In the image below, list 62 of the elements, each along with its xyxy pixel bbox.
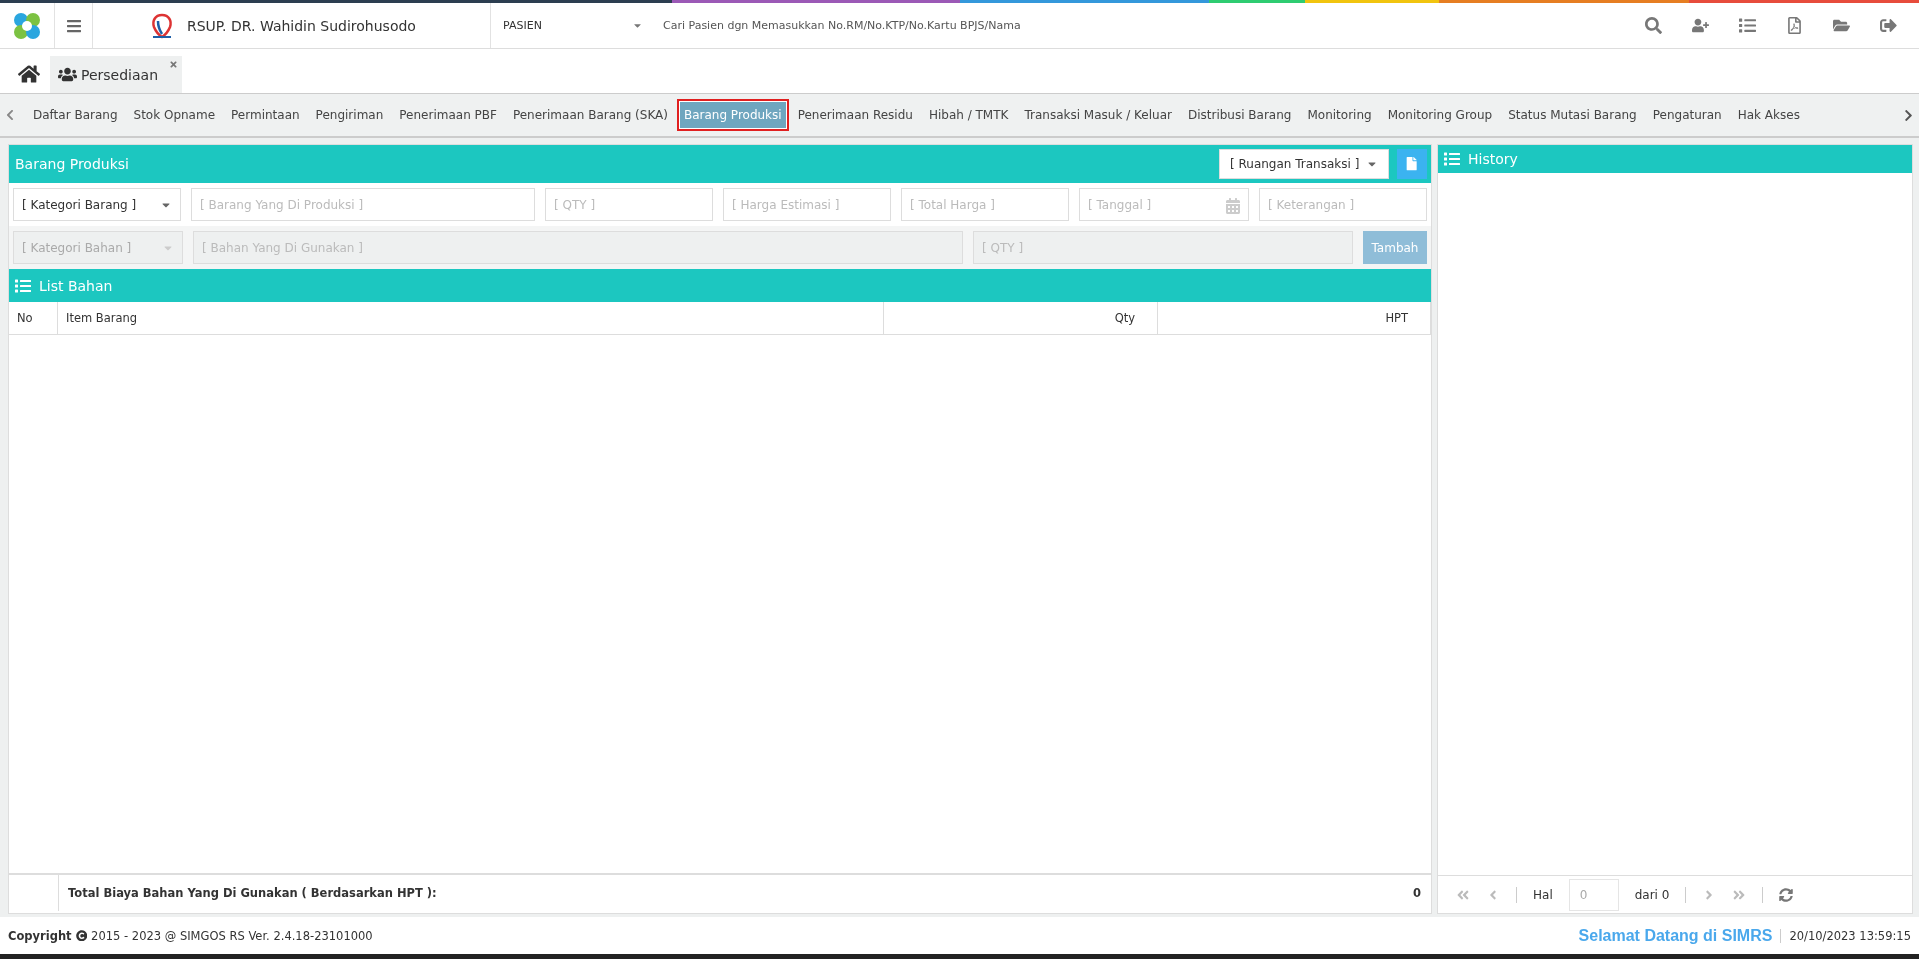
folder-icon[interactable] [1833, 17, 1850, 34]
list-title: List Bahan [39, 277, 113, 294]
menu-tab[interactable]: Penerimaan Residu [790, 99, 920, 131]
list-icon [1444, 151, 1460, 167]
menu-tab[interactable]: Transaksi Masuk / Keluar [1017, 99, 1179, 131]
menu-tab[interactable]: Monitoring [1300, 99, 1379, 131]
hospital-name: RSUP. DR. Wahidin Sudirohusodo [187, 17, 416, 34]
user-plus-icon[interactable] [1692, 17, 1709, 34]
close-icon[interactable] [169, 60, 179, 69]
copyright-label: Copyright [8, 928, 72, 943]
menu-tab[interactable]: Hak Akses [1730, 99, 1807, 131]
menu-tab[interactable]: Daftar Barang [26, 99, 125, 131]
input-field[interactable]: [ Barang Yang Di Produksi ] [191, 188, 535, 221]
menu-tab[interactable]: Hibah / TMTK [921, 99, 1016, 131]
tab-label: Persediaan [81, 66, 159, 83]
input-field[interactable]: [ Harga Estimasi ] [723, 188, 891, 221]
page-label: Hal [1533, 887, 1553, 902]
hospital-logo-icon [149, 12, 175, 39]
refresh-icon[interactable] [1779, 887, 1794, 902]
list-icon[interactable] [1739, 17, 1756, 34]
menu-tab[interactable]: Penerimaan PBF [392, 99, 504, 131]
scroll-right-icon[interactable] [1902, 108, 1915, 122]
date-field[interactable]: [ Tanggal ] [1079, 188, 1249, 221]
column-header: HPT [1158, 302, 1431, 334]
document-button[interactable] [1397, 149, 1427, 179]
copyright-text: 2015 - 2023 @ SIMGOS RS Ver. 2.4.18-23101000 [91, 928, 373, 943]
menu-tab[interactable]: Monitoring Group [1380, 99, 1500, 131]
search-icon[interactable] [1645, 17, 1662, 34]
category-select[interactable]: [ Kategori Barang ] [13, 188, 181, 221]
input-field[interactable]: [ Keterangan ] [1259, 188, 1427, 221]
menu-tab[interactable]: Distribusi Barang [1180, 99, 1299, 131]
list-icon [15, 277, 31, 294]
column-header: No [9, 302, 58, 334]
column-header: Qty [884, 302, 1158, 334]
page-count: dari 0 [1634, 887, 1670, 902]
document-icon [1405, 157, 1419, 171]
pdf-file-icon[interactable] [1786, 17, 1803, 34]
menu-tab[interactable]: Pengaturan [1645, 99, 1729, 131]
panel-title: Barang Produksi [15, 156, 129, 172]
input-field[interactable]: [ QTY ] [545, 188, 713, 221]
logout-icon[interactable] [1880, 17, 1897, 34]
copyright-icon [75, 929, 88, 942]
welcome-text: Selamat Datang di SIMRS [1578, 926, 1773, 945]
home-icon[interactable] [18, 63, 40, 85]
input-field[interactable]: [ Total Harga ] [901, 188, 1069, 221]
scroll-left-icon[interactable] [4, 109, 16, 121]
menu-tab[interactable]: Permintaan [224, 99, 307, 131]
room-select[interactable]: [ Ruangan Transaksi ] [1219, 149, 1389, 179]
history-title: History [1468, 151, 1518, 167]
menu-tab[interactable]: Stok Opname [126, 99, 223, 131]
menu-icon[interactable] [65, 17, 82, 34]
menu-tab[interactable]: Status Mutasi Barang [1501, 99, 1644, 131]
total-value: 0 [1412, 885, 1422, 902]
users-icon [58, 65, 77, 84]
menu-tab[interactable]: Penerimaan Barang (SKA) [505, 99, 675, 131]
column-header: Item Barang [58, 302, 884, 334]
patient-type-select[interactable]: PASIEN [491, 3, 661, 48]
date-time: 20/10/2023 13:59:15 [1780, 928, 1911, 943]
app-logo-icon [12, 10, 42, 41]
total-label: Total Biaya Bahan Yang Di Gunakan ( Berdasarkan HPT ): [58, 875, 1351, 911]
module-tab[interactable]: Persediaan [50, 56, 183, 93]
menu-tab[interactable]: Pengiriman [308, 99, 391, 131]
